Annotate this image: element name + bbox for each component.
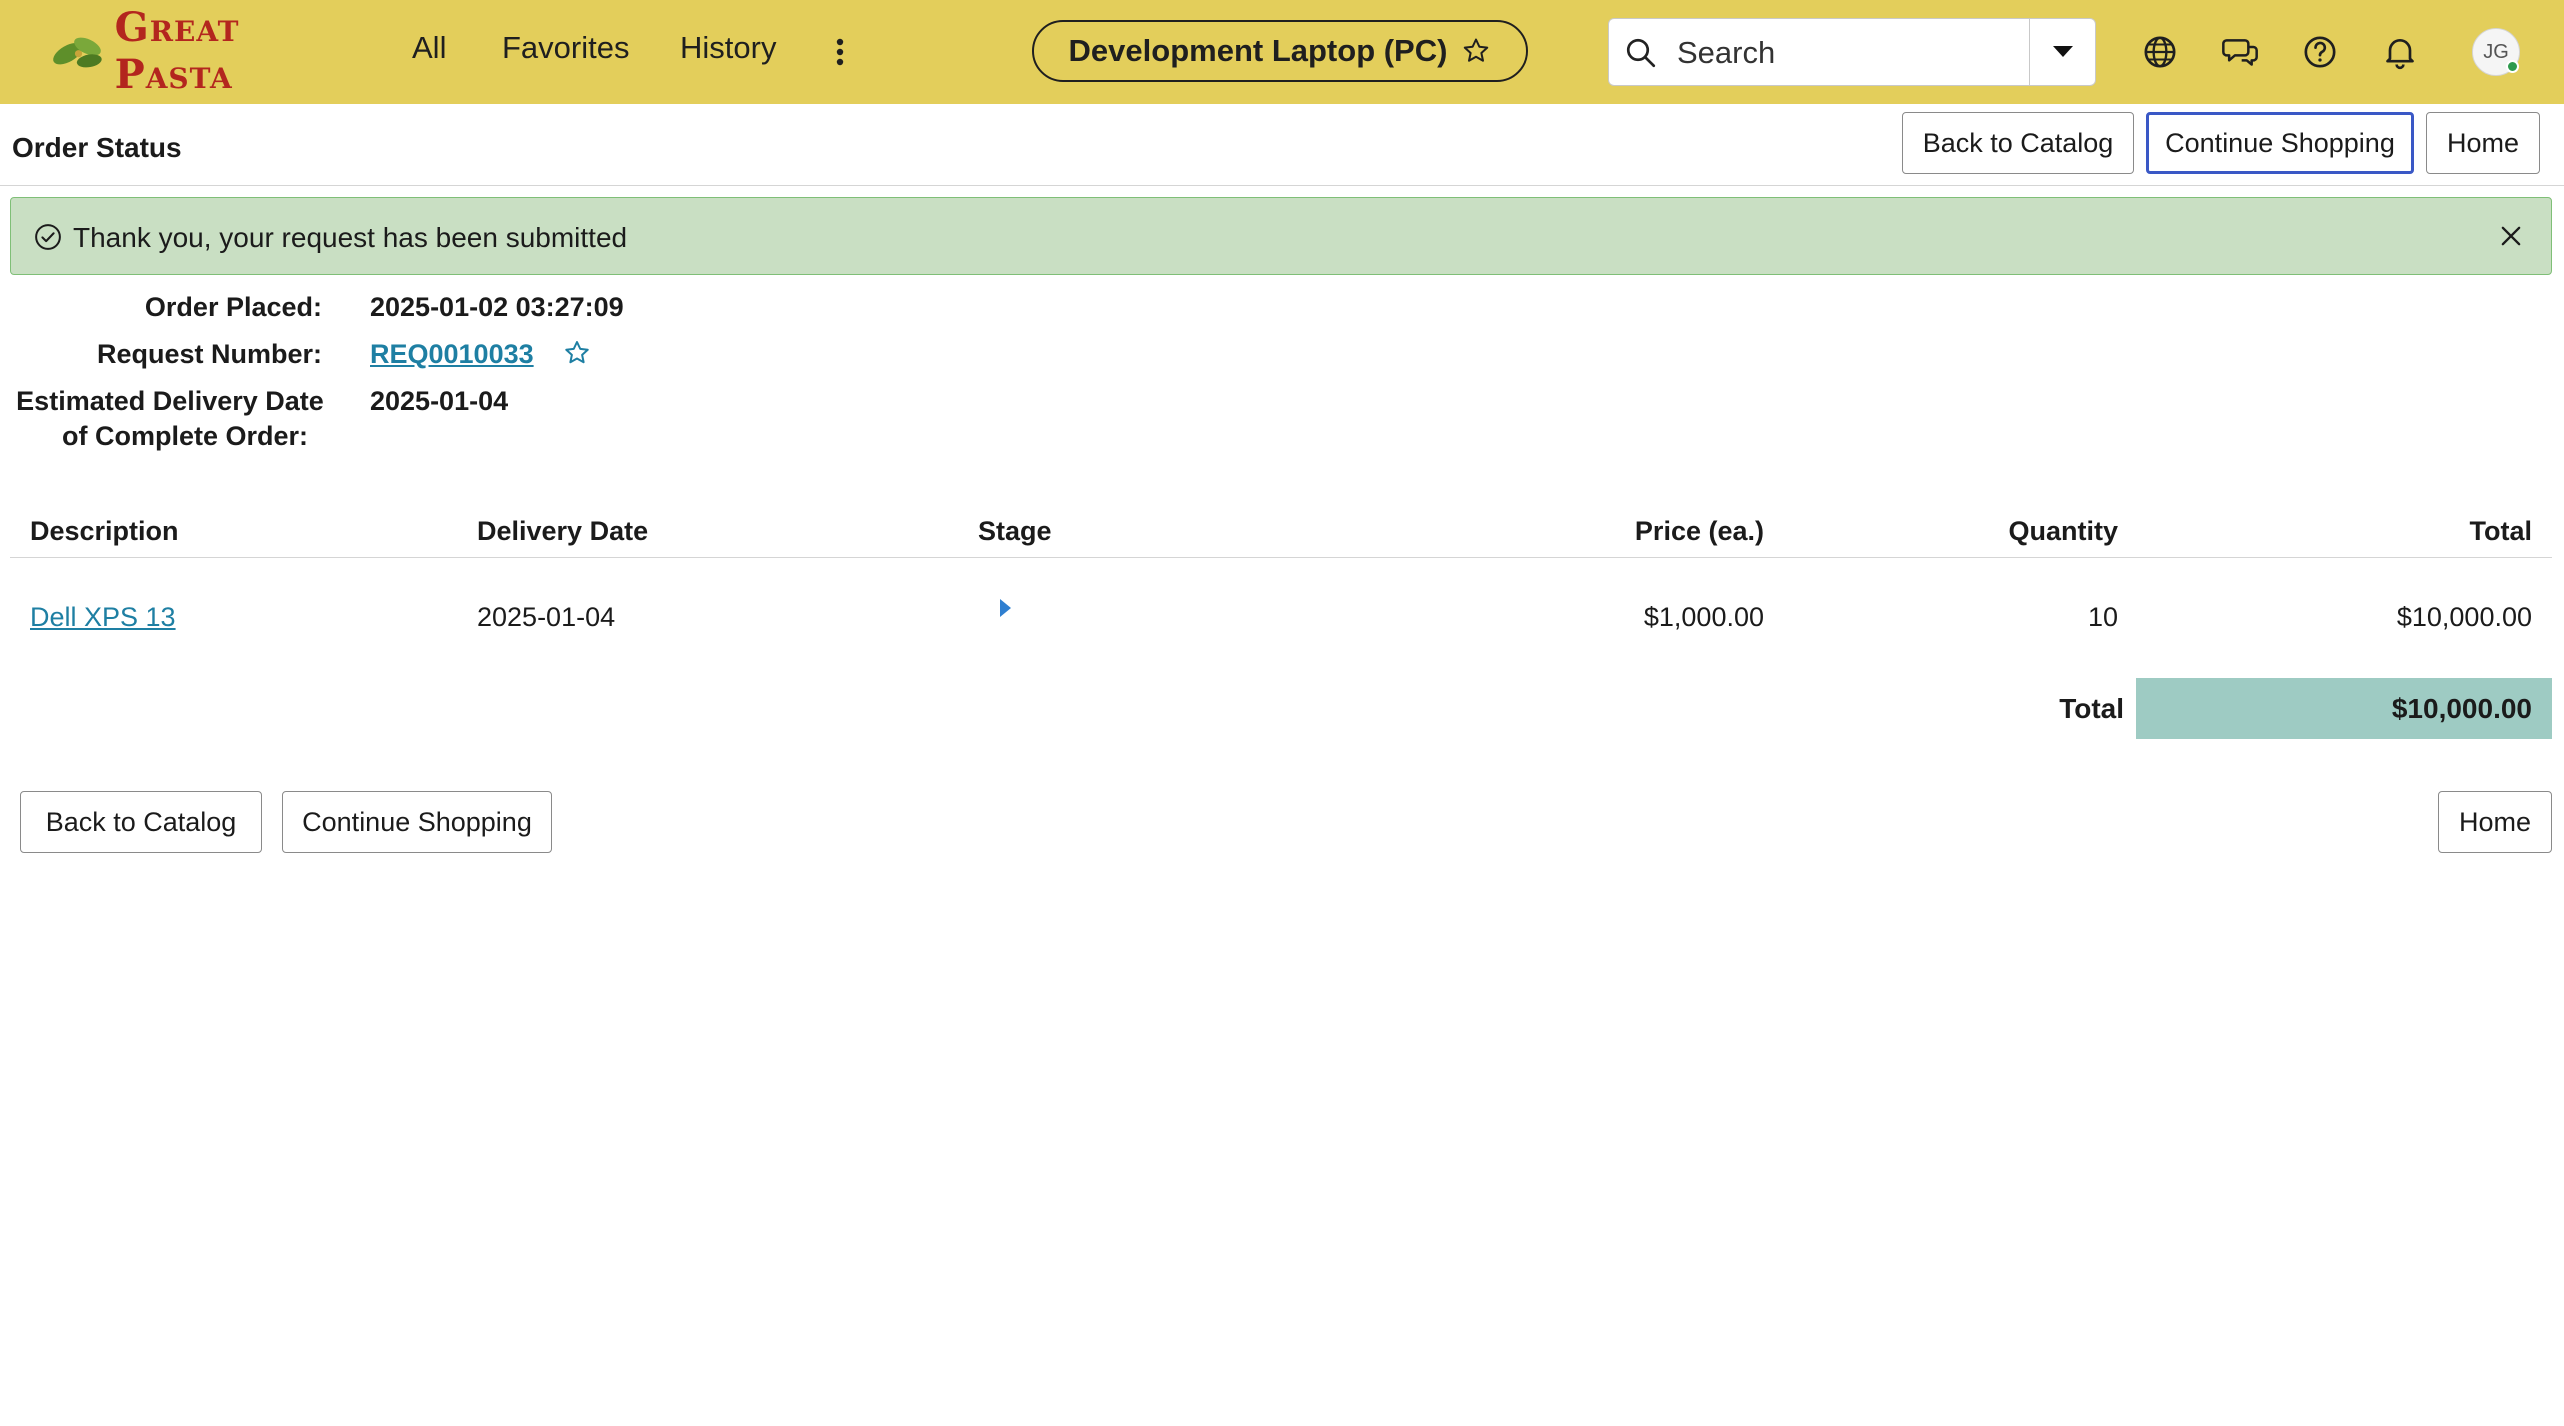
nav-history[interactable]: History <box>680 30 776 66</box>
context-title: Development Laptop (PC) <box>1068 33 1448 68</box>
continue-shopping-button-top[interactable]: Continue Shopping <box>2146 112 2414 174</box>
item-price: $1,000.00 <box>1643 602 1764 632</box>
col-delivery-date: Delivery Date <box>477 516 649 546</box>
star-icon[interactable] <box>1461 36 1491 66</box>
logo[interactable]: Great Pasta <box>48 4 346 98</box>
estimated-delivery-label-line2: of Complete Order: <box>61 421 309 451</box>
more-menu-icon[interactable] <box>830 30 850 74</box>
header-divider <box>10 557 2552 558</box>
col-stage: Stage <box>978 516 1052 546</box>
alert-message: Thank you, your request has been submitt… <box>73 222 628 253</box>
logo-text: Great Pasta <box>114 4 240 98</box>
home-button-top[interactable]: Home <box>2426 112 2540 174</box>
col-total: Total <box>2469 516 2533 546</box>
item-total: $10,000.00 <box>2396 602 2532 632</box>
top-header: Great Pasta All Favorites History Develo… <box>0 0 2564 104</box>
globe-icon[interactable] <box>2140 32 2180 72</box>
search-icon <box>1626 38 1656 68</box>
estimated-delivery-value: 2025-01-04 <box>370 386 509 416</box>
col-description: Description <box>30 516 179 546</box>
search-input[interactable] <box>1675 29 2019 77</box>
search-scope-dropdown[interactable] <box>2029 19 2096 85</box>
chat-icon[interactable] <box>2220 32 2260 72</box>
grand-total-cell: $10,000.00 <box>2136 678 2552 739</box>
col-price: Price (ea.) <box>1634 516 1764 546</box>
request-number-label: Request Number: <box>96 339 322 369</box>
back-to-catalog-button-top[interactable]: Back to Catalog <box>1902 112 2134 174</box>
stage-expand-icon[interactable] <box>998 596 1014 620</box>
nav-all[interactable]: All <box>412 30 446 66</box>
help-icon[interactable] <box>2300 32 2340 72</box>
bell-icon[interactable] <box>2380 32 2420 72</box>
context-title-pill[interactable]: Development Laptop (PC) <box>1032 20 1528 82</box>
caret-down-icon <box>2053 46 2073 57</box>
item-quantity: 10 <box>2087 602 2118 632</box>
col-quantity: Quantity <box>2008 516 2118 546</box>
global-search <box>1608 18 2096 86</box>
back-to-catalog-button-bottom[interactable]: Back to Catalog <box>20 791 262 853</box>
order-placed-label: Order Placed: <box>144 292 322 322</box>
presence-indicator <box>2506 60 2519 73</box>
grand-total-label: Total <box>2059 693 2124 724</box>
order-placed-value: 2025-01-02 03:27:09 <box>370 292 624 322</box>
basil-leaf-icon <box>53 37 102 68</box>
star-icon[interactable] <box>562 338 592 368</box>
continue-shopping-button-bottom[interactable]: Continue Shopping <box>282 791 552 853</box>
close-icon[interactable] <box>2497 222 2525 250</box>
request-number-link[interactable]: REQ0010033 <box>370 339 534 370</box>
home-button-bottom[interactable]: Home <box>2438 791 2552 853</box>
item-delivery-date: 2025-01-04 <box>477 602 616 632</box>
estimated-delivery-label-line1: Estimated Delivery Date <box>16 386 324 416</box>
page-title: Order Status <box>12 132 182 163</box>
nav-favorites[interactable]: Favorites <box>502 30 629 66</box>
check-circle-icon <box>35 224 61 250</box>
success-alert: Thank you, your request has been submitt… <box>10 197 2552 275</box>
avatar-initials: JG <box>2483 40 2509 63</box>
item-description-link[interactable]: Dell XPS 13 <box>30 602 176 633</box>
grand-total-value: $10,000.00 <box>2391 692 2532 724</box>
